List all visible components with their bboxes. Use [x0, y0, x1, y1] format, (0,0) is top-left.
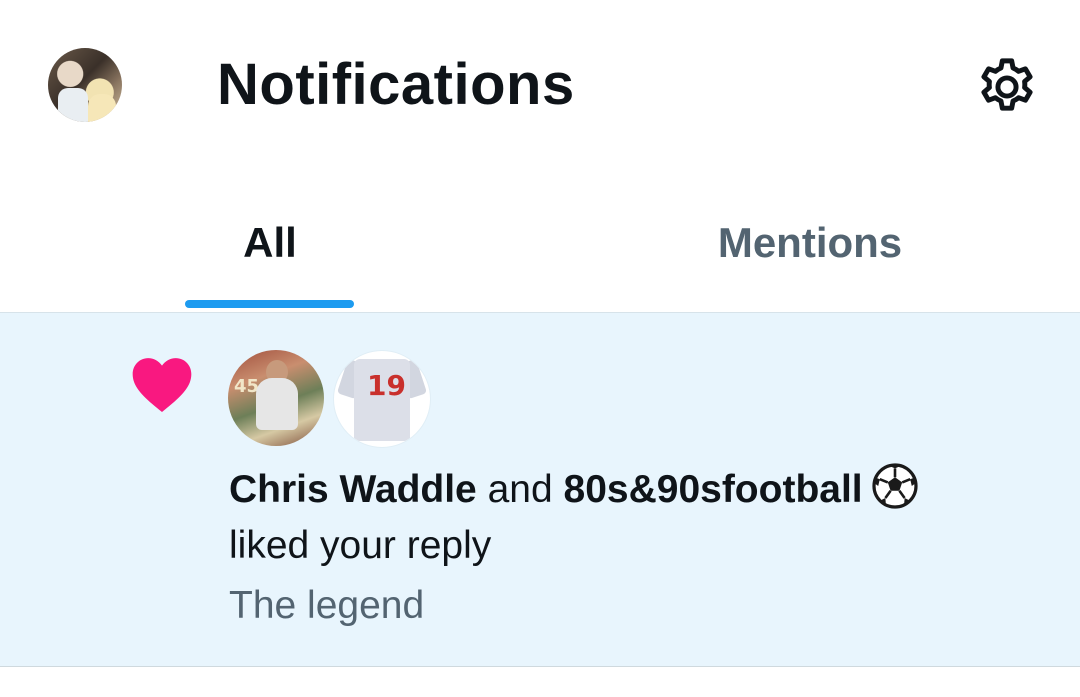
avatar-person-left — [58, 88, 88, 122]
tab-all[interactable]: All — [0, 170, 540, 312]
soccer-ball-icon — [872, 463, 918, 509]
heart-icon — [132, 358, 192, 412]
notification-tabs: All Mentions — [0, 170, 1080, 312]
notification-divider — [0, 666, 1080, 667]
notification-text: Chris Waddle and 80s&90sfootball liked y… — [229, 462, 1059, 574]
tab-all-label: All — [243, 219, 297, 266]
page-title: Notifications — [217, 52, 575, 117]
active-tab-indicator — [185, 300, 354, 308]
reply-snippet[interactable]: The legend — [229, 578, 424, 634]
avatar-person-right — [88, 94, 116, 122]
avatar-player-body — [256, 378, 298, 430]
actor-avatar-chris-waddle[interactable]: 45 — [228, 350, 324, 446]
conjunction: and — [487, 468, 553, 511]
actor-name-1[interactable]: Chris Waddle — [229, 468, 477, 511]
gear-icon[interactable] — [974, 54, 1040, 120]
notification-action: liked your reply — [229, 524, 492, 567]
tab-mentions-label: Mentions — [717, 219, 903, 266]
profile-avatar[interactable] — [48, 48, 122, 122]
jersey-number: 19 — [367, 369, 406, 402]
tab-mentions[interactable]: Mentions — [540, 170, 1080, 312]
actor-name-2[interactable]: 80s&90sfootball — [564, 468, 863, 511]
actor-avatar-80s90sfootball[interactable]: 19 — [333, 350, 431, 448]
top-bar: Notifications — [0, 0, 1080, 170]
